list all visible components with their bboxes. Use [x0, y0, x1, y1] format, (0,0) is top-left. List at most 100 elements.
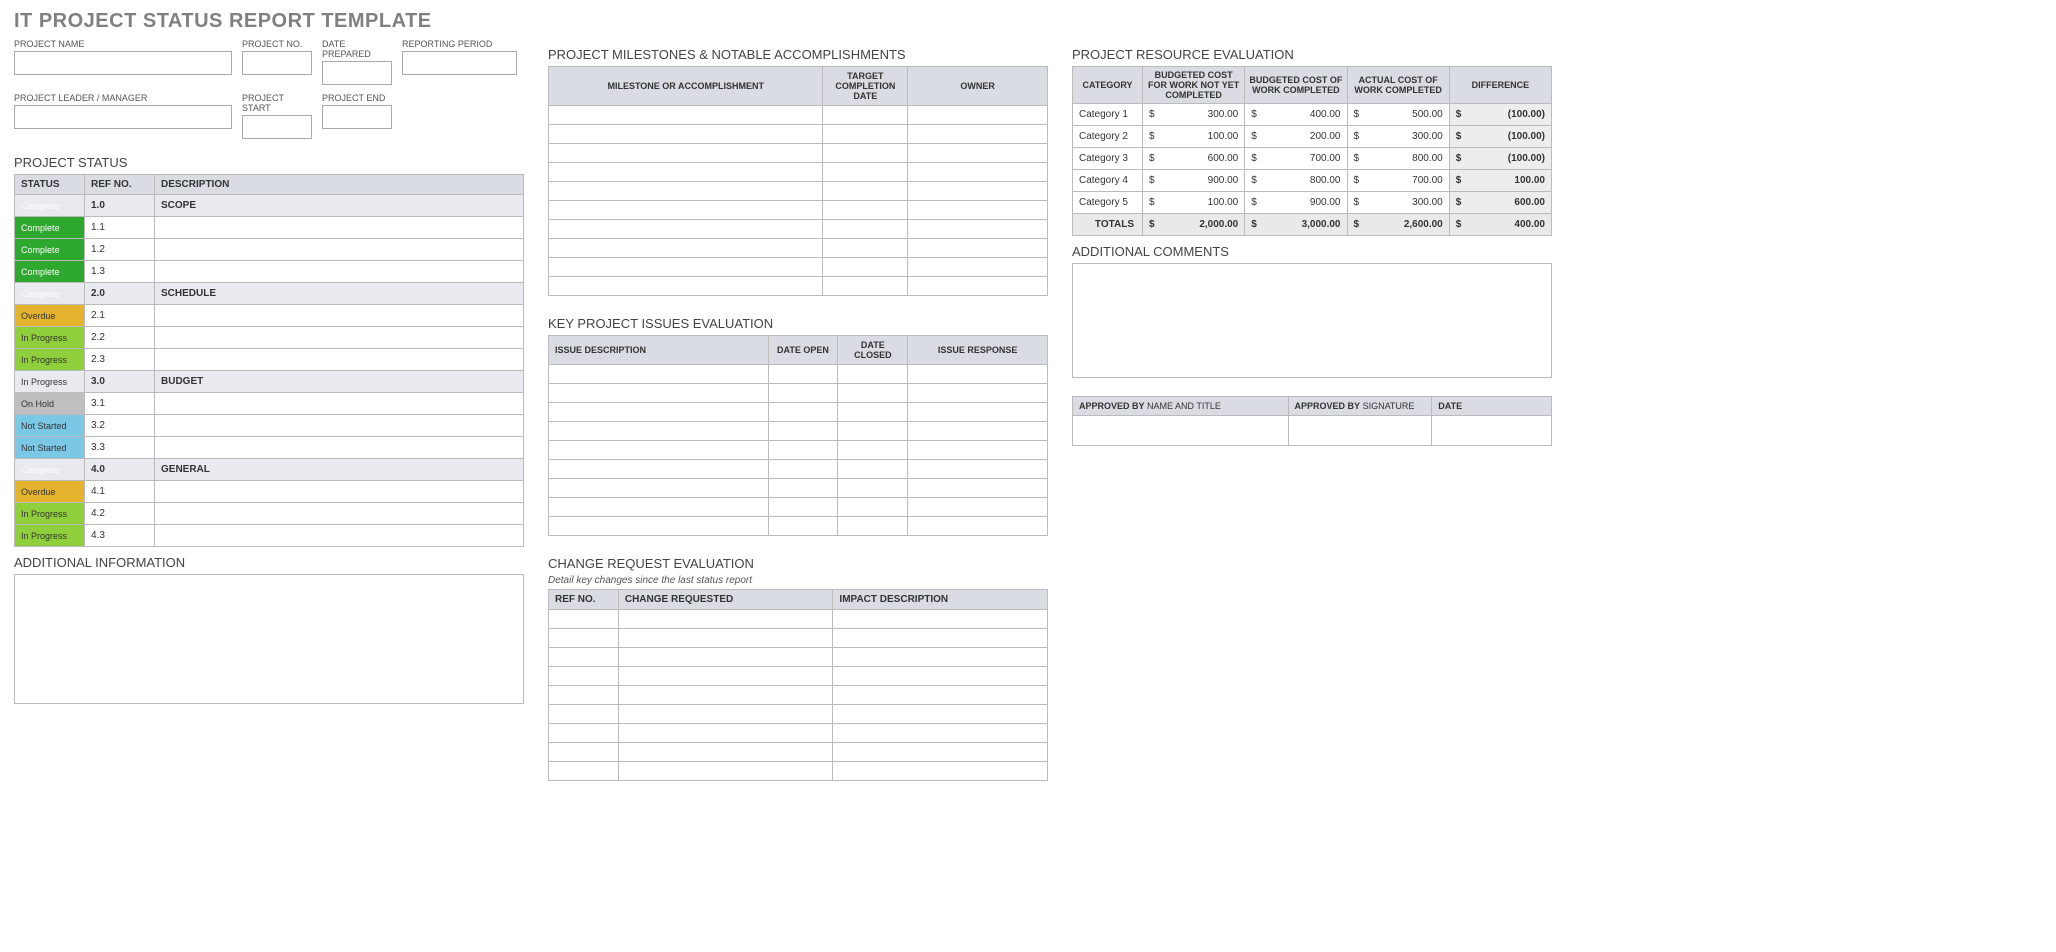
- empty-cell[interactable]: [549, 277, 823, 296]
- empty-cell[interactable]: [618, 629, 833, 648]
- empty-cell[interactable]: [549, 125, 823, 144]
- field-input[interactable]: [14, 51, 232, 75]
- desc-cell[interactable]: SCOPE: [155, 195, 524, 217]
- approved-name-cell[interactable]: [1073, 416, 1289, 446]
- desc-cell[interactable]: SCHEDULE: [155, 283, 524, 305]
- empty-cell[interactable]: [768, 365, 838, 384]
- additional-info-box[interactable]: [14, 574, 524, 704]
- empty-cell[interactable]: [823, 220, 908, 239]
- field-input[interactable]: [322, 61, 392, 85]
- status-cell[interactable]: In Progress: [15, 349, 85, 371]
- empty-cell[interactable]: [823, 201, 908, 220]
- status-cell[interactable]: In Progress: [15, 327, 85, 349]
- empty-cell[interactable]: [908, 182, 1048, 201]
- empty-cell[interactable]: [838, 441, 908, 460]
- empty-cell[interactable]: [549, 517, 769, 536]
- empty-cell[interactable]: [838, 365, 908, 384]
- empty-cell[interactable]: [838, 479, 908, 498]
- empty-cell[interactable]: [823, 144, 908, 163]
- empty-cell[interactable]: [618, 705, 833, 724]
- empty-cell[interactable]: [908, 258, 1048, 277]
- empty-cell[interactable]: [908, 239, 1048, 258]
- empty-cell[interactable]: [549, 258, 823, 277]
- field-input[interactable]: [14, 105, 232, 129]
- empty-cell[interactable]: [908, 422, 1048, 441]
- empty-cell[interactable]: [908, 384, 1048, 403]
- empty-cell[interactable]: [549, 239, 823, 258]
- empty-cell[interactable]: [838, 498, 908, 517]
- empty-cell[interactable]: [618, 648, 833, 667]
- empty-cell[interactable]: [823, 125, 908, 144]
- empty-cell[interactable]: [908, 144, 1048, 163]
- status-cell[interactable]: In Progress: [15, 371, 85, 393]
- desc-cell[interactable]: BUDGET: [155, 371, 524, 393]
- empty-cell[interactable]: [549, 182, 823, 201]
- status-cell[interactable]: Complete: [15, 261, 85, 283]
- empty-cell[interactable]: [618, 686, 833, 705]
- empty-cell[interactable]: [833, 610, 1048, 629]
- empty-cell[interactable]: [833, 724, 1048, 743]
- empty-cell[interactable]: [618, 762, 833, 781]
- field-input[interactable]: [242, 115, 312, 139]
- empty-cell[interactable]: [908, 220, 1048, 239]
- empty-cell[interactable]: [908, 498, 1048, 517]
- empty-cell[interactable]: [618, 610, 833, 629]
- status-cell[interactable]: In Progress: [15, 525, 85, 547]
- comments-box[interactable]: [1072, 263, 1552, 378]
- empty-cell[interactable]: [908, 403, 1048, 422]
- status-cell[interactable]: Complete: [15, 283, 85, 305]
- desc-cell[interactable]: GENERAL: [155, 459, 524, 481]
- desc-cell[interactable]: [155, 239, 524, 261]
- status-cell[interactable]: Overdue: [15, 305, 85, 327]
- empty-cell[interactable]: [838, 517, 908, 536]
- empty-cell[interactable]: [833, 743, 1048, 762]
- empty-cell[interactable]: [549, 220, 823, 239]
- field-input[interactable]: [242, 51, 312, 75]
- status-cell[interactable]: Not Started: [15, 415, 85, 437]
- status-cell[interactable]: On Hold: [15, 393, 85, 415]
- empty-cell[interactable]: [549, 629, 619, 648]
- empty-cell[interactable]: [549, 686, 619, 705]
- empty-cell[interactable]: [549, 479, 769, 498]
- approved-signature-cell[interactable]: [1288, 416, 1432, 446]
- empty-cell[interactable]: [908, 125, 1048, 144]
- empty-cell[interactable]: [549, 648, 619, 667]
- empty-cell[interactable]: [838, 460, 908, 479]
- empty-cell[interactable]: [908, 163, 1048, 182]
- empty-cell[interactable]: [768, 422, 838, 441]
- empty-cell[interactable]: [768, 517, 838, 536]
- empty-cell[interactable]: [618, 743, 833, 762]
- empty-cell[interactable]: [768, 479, 838, 498]
- empty-cell[interactable]: [549, 403, 769, 422]
- empty-cell[interactable]: [768, 384, 838, 403]
- empty-cell[interactable]: [833, 667, 1048, 686]
- empty-cell[interactable]: [908, 201, 1048, 220]
- empty-cell[interactable]: [618, 724, 833, 743]
- empty-cell[interactable]: [549, 106, 823, 125]
- empty-cell[interactable]: [823, 182, 908, 201]
- empty-cell[interactable]: [838, 403, 908, 422]
- empty-cell[interactable]: [823, 106, 908, 125]
- empty-cell[interactable]: [549, 365, 769, 384]
- empty-cell[interactable]: [549, 762, 619, 781]
- empty-cell[interactable]: [549, 667, 619, 686]
- empty-cell[interactable]: [833, 629, 1048, 648]
- empty-cell[interactable]: [908, 460, 1048, 479]
- status-cell[interactable]: Complete: [15, 459, 85, 481]
- empty-cell[interactable]: [838, 422, 908, 441]
- empty-cell[interactable]: [549, 724, 619, 743]
- field-input[interactable]: [322, 105, 392, 129]
- desc-cell[interactable]: [155, 481, 524, 503]
- empty-cell[interactable]: [833, 648, 1048, 667]
- empty-cell[interactable]: [908, 365, 1048, 384]
- desc-cell[interactable]: [155, 349, 524, 371]
- empty-cell[interactable]: [549, 422, 769, 441]
- empty-cell[interactable]: [549, 201, 823, 220]
- empty-cell[interactable]: [768, 403, 838, 422]
- empty-cell[interactable]: [833, 705, 1048, 724]
- empty-cell[interactable]: [549, 610, 619, 629]
- empty-cell[interactable]: [908, 517, 1048, 536]
- desc-cell[interactable]: [155, 217, 524, 239]
- status-cell[interactable]: Overdue: [15, 481, 85, 503]
- empty-cell[interactable]: [549, 460, 769, 479]
